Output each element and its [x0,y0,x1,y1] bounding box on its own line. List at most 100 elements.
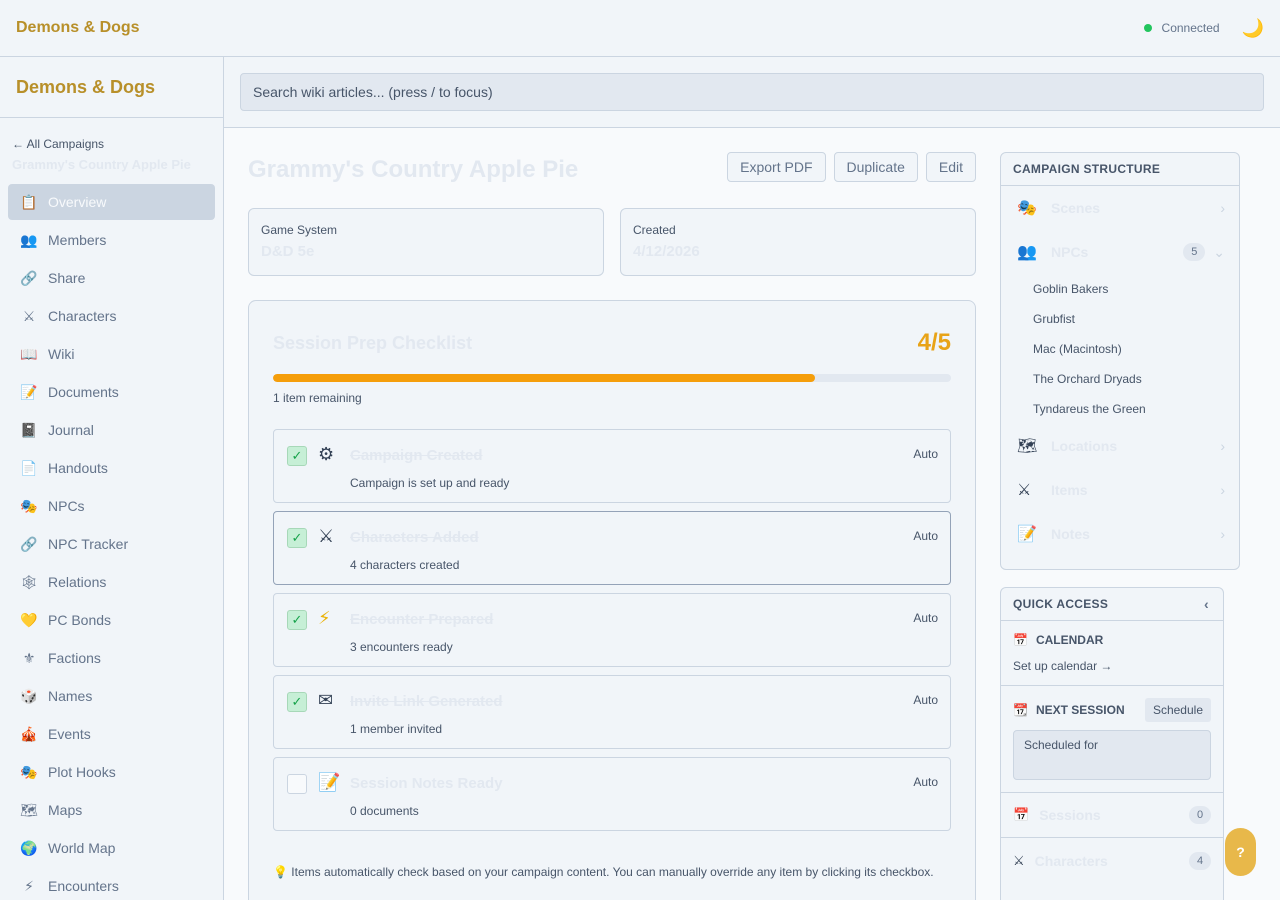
calendar-section: 📅 CALENDAR Set up calendar → [1001,621,1223,686]
search-input[interactable]: Search wiki articles... (press / to focu… [240,73,1264,111]
sidebar-item-label: Share [48,270,86,286]
sidebar-item-share[interactable]: 🔗 Share [8,260,215,296]
all-campaigns-link[interactable]: ← All Campaigns [0,118,223,151]
sidebar-brand[interactable]: Demons & Dogs [0,57,223,118]
npc-list-item[interactable]: Grubfist [1001,304,1239,334]
sidebar-item-label: Characters [48,308,117,324]
moon-icon[interactable]: 🌙 [1242,18,1264,39]
sidebar-item-npc-tracker[interactable]: 🔗 NPC Tracker [8,526,215,562]
sidebar-item-label: Names [48,688,93,704]
structure-label: Locations [1051,438,1118,454]
sidebar-item-world-map[interactable]: 🌍 World Map [8,830,215,866]
structure-npcs[interactable]: 👥 NPCs 5 ⌄ [1001,230,1239,274]
sidebar-item-plot-hooks[interactable]: 🎭 Plot Hooks [8,754,215,790]
sidebar-item-label: World Map [48,840,116,856]
checklist-footnote: 💡 Items automatically check based on you… [273,865,934,879]
map-icon: 🗺 [1017,438,1038,455]
notebook-icon: 📓 [20,421,38,438]
sidebar-item-maps[interactable]: 🗺 Maps [8,792,215,828]
clipboard-icon: 📋 [20,193,38,210]
checkbox-unchecked[interactable] [287,774,307,794]
sidebar-item-npcs[interactable]: 🎭 NPCs [8,488,215,524]
sidebar-item-label: PC Bonds [48,612,112,628]
npc-list-item[interactable]: Mac (Macintosh) [1001,334,1239,364]
task-description: 4 characters created [350,558,460,572]
sidebar-item-relations[interactable]: 🕸 Relations [8,564,215,600]
map-icon: 🗺 [20,801,38,818]
sidebar-item-pc-bonds[interactable]: 💛 PC Bonds [8,602,215,638]
checkbox-checked[interactable]: ✓ [287,528,307,548]
memo-icon: 📝 [1017,526,1037,543]
swords-icon: ⚔ [1017,482,1032,499]
npc-list-item[interactable]: Goblin Bakers [1001,274,1239,304]
top-bar: Demons & Dogs Connected 🌙 [0,0,1280,57]
link-icon: 🔗 [20,269,38,286]
structure-locations[interactable]: 🗺 Locations › [1001,424,1239,468]
tent-icon: 🎪 [20,725,38,742]
sidebar-item-handouts[interactable]: 📄 Handouts [8,450,215,486]
export-pdf-button[interactable]: Export PDF [727,152,826,182]
progress-fill [273,374,816,382]
checkbox-checked[interactable]: ✓ [287,692,307,712]
task-description: Campaign is set up and ready [350,476,510,490]
npc-list-item[interactable]: The Orchard Dryads [1001,364,1239,394]
characters-count-badge: 4 [1189,851,1211,870]
help-button[interactable]: ? [1225,828,1256,876]
sidebar-item-names[interactable]: 🎲 Names [8,678,215,714]
checklist-item: 📝 Session Notes Ready 0 documents Auto [273,757,951,831]
structure-label: Scenes [1051,200,1101,216]
duplicate-button[interactable]: Duplicate [833,152,918,182]
top-bar-right: Connected 🌙 [1143,18,1264,39]
task-name: Characters Added [350,529,479,546]
sidebar-item-overview[interactable]: 📋 Overview [8,184,215,220]
sidebar-item-label: Encounters [48,878,119,894]
sidebar-item-characters[interactable]: ⚔ Characters [8,298,215,334]
connection-status: Connected [1161,21,1220,35]
checklist-count: 4/5 [917,329,951,356]
sidebar-item-label: Handouts [48,460,108,476]
npc-count-badge: 5 [1183,243,1206,261]
sidebar-item-label: Wiki [48,346,75,362]
scheduled-for-box: Scheduled for [1013,730,1211,780]
campaign-structure-title: CAMPAIGN STRUCTURE [1001,153,1239,186]
masks-icon: 🎭 [20,763,38,780]
gear-icon: ⚙ [318,444,335,464]
heart-icon: 💛 [20,611,38,628]
set-up-calendar-link[interactable]: Set up calendar → [1013,659,1211,673]
lightning-icon: ⚡ [24,877,34,894]
task-description: 0 documents [350,804,419,818]
chevron-left-icon[interactable]: ‹ [1204,596,1209,612]
memo-icon: 📝 [20,383,38,400]
chevron-right-icon: › [1220,482,1225,498]
edit-button[interactable]: Edit [925,152,976,182]
next-session-section: 📆 NEXT SESSION Schedule Scheduled for [1001,686,1223,793]
checkbox-checked[interactable]: ✓ [287,446,307,466]
members-icon: 👥 [20,231,38,248]
sidebar-item-label: NPCs [48,498,85,514]
chevron-right-icon: › [1220,526,1225,542]
schedule-button[interactable]: Schedule [1144,698,1211,722]
structure-items[interactable]: ⚔ Items › [1001,468,1239,512]
book-icon: 📖 [20,345,38,362]
structure-label: Items [1051,482,1088,498]
next-session-title-row: 📆 NEXT SESSION Schedule [1013,698,1211,722]
structure-scenes[interactable]: 🎭 Scenes › [1001,186,1239,230]
structure-notes[interactable]: 📝 Notes › [1001,512,1239,556]
task-name: Campaign Created [350,447,483,464]
checklist-item: ✓ ⚔ Characters Added 4 characters create… [273,511,951,585]
sidebar-item-documents[interactable]: 📝 Documents [8,374,215,410]
sidebar-item-members[interactable]: 👥 Members [8,222,215,258]
sidebar-item-encounters[interactable]: ⚡ Encounters [8,868,215,900]
sidebar-item-events[interactable]: 🎪 Events [8,716,215,752]
lightning-icon: ⚡ [318,608,331,628]
sidebar-item-factions[interactable]: ⚜ Factions [8,640,215,676]
quick-characters[interactable]: ⚔ Characters 4 [1001,838,1223,883]
auto-label: Auto [913,611,938,625]
calendar-icon: 📅 [1013,807,1030,822]
sidebar-item-wiki[interactable]: 📖 Wiki [8,336,215,372]
npc-list-item[interactable]: Tyndareus the Green [1001,394,1239,424]
sidebar-item-journal[interactable]: 📓 Journal [8,412,215,448]
quick-sessions[interactable]: 📅 Sessions 0 [1001,793,1223,838]
app-brand[interactable]: Demons & Dogs [16,19,140,37]
checkbox-checked[interactable]: ✓ [287,610,307,630]
